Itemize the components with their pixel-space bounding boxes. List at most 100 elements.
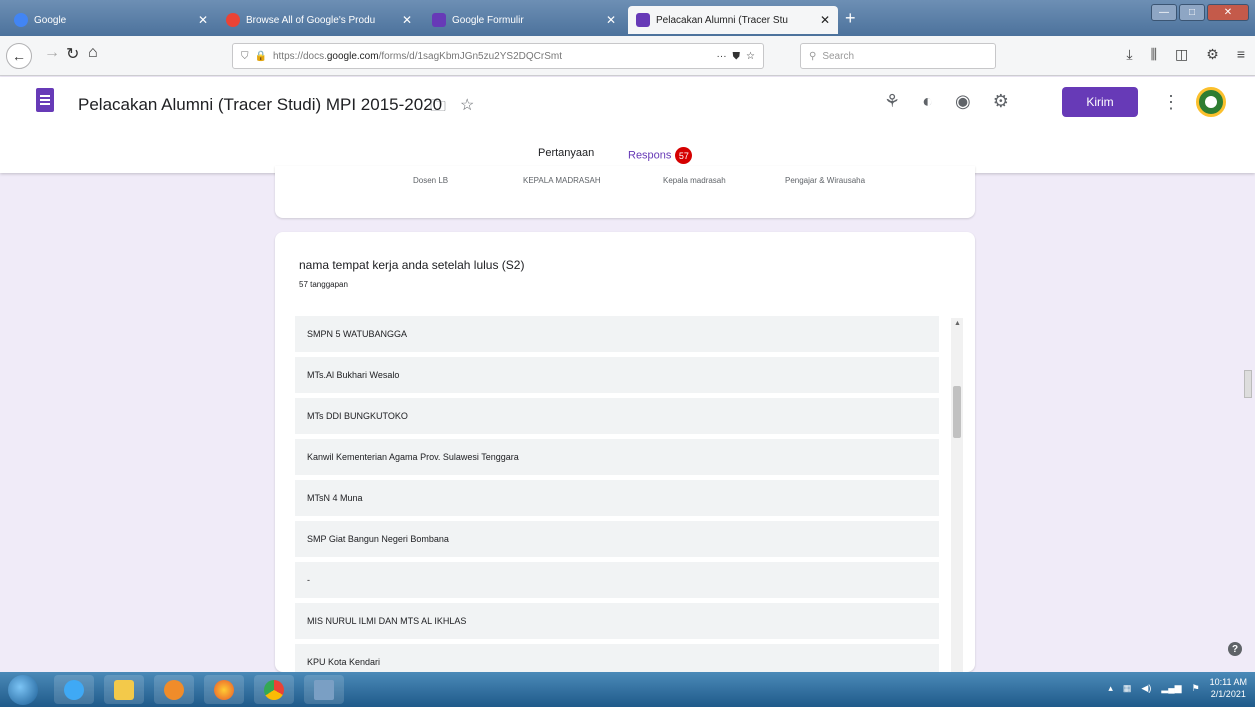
forward-button[interactable]: → (44, 44, 60, 62)
page-scrollbar-thumb[interactable] (1244, 370, 1252, 398)
menu-icon[interactable]: ≡ (1237, 46, 1245, 63)
clock-date: 2/1/2021 (1210, 689, 1246, 699)
url-path: /forms/d/1sagKbmJGn5zu2YS2DQCrSmt (378, 50, 562, 62)
pocket-icon[interactable]: ⛊ (733, 51, 741, 62)
list-item: SMPN 5 WATUBANGGA (295, 316, 939, 352)
shield-icon[interactable]: ⛉ (241, 51, 249, 62)
chrome-icon (264, 679, 284, 700)
tab-responses[interactable]: Respons 57 (623, 147, 697, 172)
close-tab-icon[interactable]: ✕ (606, 13, 616, 27)
maximize-button[interactable]: □ (1179, 4, 1205, 21)
response-list[interactable]: SMPN 5 WATUBANGGA MTs.Al Bukhari Wesalo … (295, 316, 939, 685)
send-button[interactable]: Kirim (1062, 87, 1138, 117)
network-icon[interactable]: ▦ (1123, 683, 1132, 694)
google-favicon-icon (226, 13, 240, 27)
taskbar-app[interactable] (304, 675, 344, 704)
palette-icon[interactable]: ◐ (922, 91, 933, 112)
browser-tab-google-forms[interactable]: Google Formulir ✕ (424, 6, 624, 34)
tab-label: Google (34, 14, 67, 26)
close-window-button[interactable]: ✕ (1207, 4, 1249, 21)
list-item: MTsN 4 Muna (295, 480, 939, 516)
close-tab-icon[interactable]: ✕ (402, 13, 412, 27)
scroll-up-icon[interactable]: ▲ (954, 320, 961, 327)
library-icon[interactable]: ⫼ (1151, 46, 1157, 63)
reload-button[interactable]: ↻ (66, 44, 79, 64)
addons-icon[interactable]: ⚘ (884, 91, 900, 112)
tray-arrow-icon[interactable]: ▴ (1108, 683, 1113, 694)
response-count: 57 tanggapan (299, 280, 348, 289)
browser-navbar: ← → ↻ ⌂ ⛉ 🔒 https://docs.google.com/form… (0, 36, 1255, 76)
taskbar-chrome[interactable] (254, 675, 294, 704)
toolbar-right: ⤓ ⫼ ◫ ⚙ ≡ (1126, 46, 1245, 63)
tab-questions[interactable]: Pertanyaan (538, 147, 594, 159)
question-summary-card: nama tempat kerja anda setelah lulus (S2… (275, 232, 975, 680)
search-icon: ⚲ (809, 50, 817, 62)
download-icon[interactable]: ⤓ (1126, 46, 1132, 63)
extension-icon[interactable]: ⚙ (1206, 46, 1219, 63)
browser-tab-google-products[interactable]: Browse All of Google's Produ ✕ (218, 6, 420, 34)
url-bar[interactable]: ⛉ 🔒 https://docs.google.com/forms/d/1sag… (232, 43, 764, 69)
taskbar-ie[interactable] (54, 675, 94, 704)
back-button[interactable]: ← (6, 43, 32, 69)
preview-eye-icon[interactable]: ◉ (955, 91, 971, 112)
chart-label: Kepala madrasah (663, 176, 726, 185)
taskbar-media[interactable] (154, 675, 194, 704)
account-avatar[interactable] (1196, 87, 1226, 117)
tab-label: Pelacakan Alumni (Tracer Stu (656, 14, 788, 26)
list-item: Kanwil Kementerian Agama Prov. Sulawesi … (295, 439, 939, 475)
lock-icon[interactable]: 🔒 (255, 51, 267, 62)
previous-summary-card: Dosen LB KEPALA MADRASAH Kepala madrasah… (275, 166, 975, 218)
list-item: - (295, 562, 939, 598)
taskbar-explorer[interactable] (104, 675, 144, 704)
close-tab-icon[interactable]: ✕ (820, 13, 830, 27)
forms-logo-icon[interactable] (36, 88, 54, 112)
new-tab-button[interactable]: + (845, 8, 856, 29)
tab-label: Browse All of Google's Produ (246, 14, 376, 26)
system-tray: ▴ ▦ ◀) ▂▄▆ ⚑ 10:11 AM 2/1/2021 (1108, 676, 1247, 700)
search-placeholder: Search (822, 50, 855, 62)
form-title[interactable]: Pelacakan Alumni (Tracer Studi) MPI 2015… (78, 95, 442, 115)
app-icon (314, 679, 334, 700)
google-favicon-icon (14, 13, 28, 27)
search-input[interactable]: ⚲ Search (800, 43, 996, 69)
browser-tab-tracer-studi[interactable]: Pelacakan Alumni (Tracer Stu ✕ (628, 6, 838, 34)
list-item: MIS NURUL ILMI DAN MTS AL IKHLAS (295, 603, 939, 639)
star-icon[interactable]: ☆ (460, 95, 474, 122)
header-actions: ⚘ ◐ ◉ ⚙ (884, 91, 1009, 112)
scrollbar-thumb[interactable] (953, 386, 961, 438)
start-button[interactable] (8, 675, 38, 705)
page-actions-button[interactable]: ··· (717, 51, 727, 62)
browser-tab-google[interactable]: Google ✕ (6, 6, 216, 34)
internet-explorer-icon (64, 679, 84, 700)
response-count-badge: 57 (675, 147, 693, 164)
more-options-icon[interactable]: ⋮ (1162, 92, 1180, 113)
url-prefix: https://docs. (272, 50, 327, 62)
list-item: MTs DDI BUNGKUTOKO (295, 398, 939, 434)
folder-icon[interactable]: 🗀 (430, 95, 446, 122)
home-button[interactable]: ⌂ (88, 44, 98, 62)
settings-gear-icon[interactable]: ⚙ (993, 91, 1009, 112)
title-actions: 🗀 ☆ (430, 95, 474, 122)
url-host: google.com (326, 50, 379, 62)
volume-icon[interactable]: ◀) (1141, 683, 1151, 694)
window-controls: — □ ✕ (1151, 4, 1249, 21)
bookmark-star-icon[interactable]: ☆ (746, 51, 763, 62)
taskbar-firefox[interactable] (204, 675, 244, 704)
minimize-button[interactable]: — (1151, 4, 1177, 21)
clock-time: 10:11 AM (1209, 677, 1247, 687)
media-player-icon (164, 679, 184, 700)
help-icon[interactable]: ? (1228, 642, 1242, 656)
chart-label: Dosen LB (413, 176, 449, 185)
signal-icon[interactable]: ▂▄▆ (1161, 683, 1181, 694)
forms-favicon-icon (636, 13, 650, 27)
sidebar-icon[interactable]: ◫ (1175, 46, 1188, 63)
flag-icon[interactable]: ⚑ (1192, 683, 1200, 694)
clock[interactable]: 10:11 AM 2/1/2021 (1210, 676, 1247, 700)
chart-label: KEPALA MADRASAH (523, 176, 601, 185)
chart-label: Pengajar & Wirausaha (785, 176, 866, 185)
response-list-scrollbar[interactable]: ▲ (951, 318, 963, 672)
firefox-icon (214, 679, 234, 700)
windows-taskbar: ▴ ▦ ◀) ▂▄▆ ⚑ 10:11 AM 2/1/2021 (0, 672, 1255, 707)
browser-tab-strip: Google ✕ Browse All of Google's Produ ✕ … (0, 0, 1255, 36)
close-tab-icon[interactable]: ✕ (198, 13, 208, 27)
